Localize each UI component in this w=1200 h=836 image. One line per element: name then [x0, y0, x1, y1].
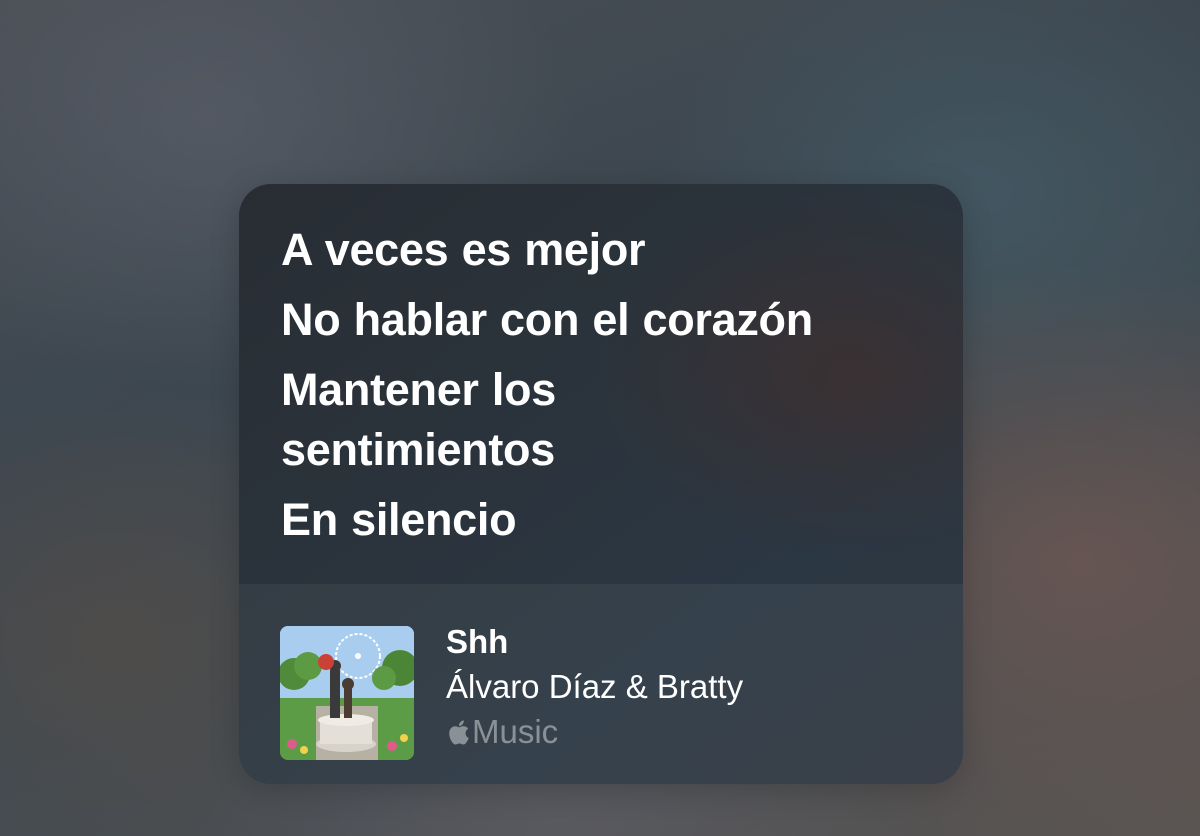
lyric-line: A veces es mejor — [281, 224, 646, 275]
apple-music-badge: Music — [446, 712, 558, 752]
lyric-line: Mantener los sentimientos — [281, 364, 556, 475]
album-artwork[interactable] — [280, 626, 414, 760]
apple-logo-icon — [449, 719, 469, 745]
lyric-line: En silencio — [281, 494, 517, 545]
track-title: Shh — [446, 623, 509, 660]
song-info-bar[interactable]: Shh Álvaro Díaz & Bratty Music — [239, 584, 963, 784]
lyric-line: No hablar con el corazón — [281, 294, 813, 345]
lyrics-share-card[interactable]: A veces es mejor No hablar con el corazó… — [239, 184, 963, 784]
track-artist: Álvaro Díaz & Bratty — [446, 668, 744, 705]
source-label: Music — [472, 713, 559, 750]
lyrics-block: A veces es mejor No hablar con el corazó… — [281, 220, 921, 560]
